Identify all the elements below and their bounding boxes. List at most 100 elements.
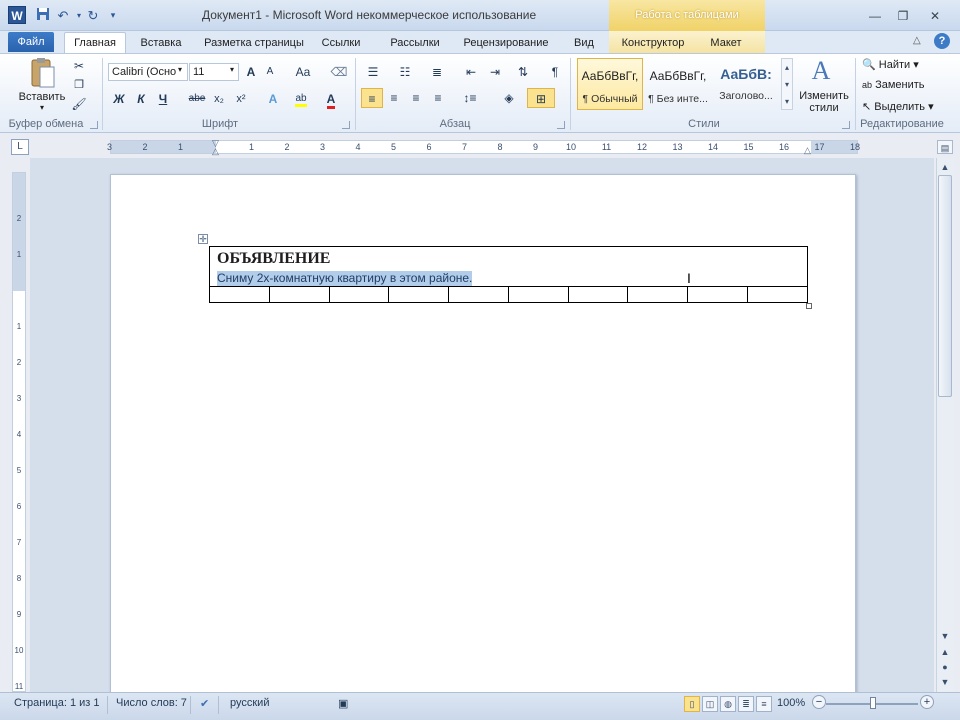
browse-object-icon[interactable]: ●	[937, 660, 953, 674]
table-cell[interactable]	[388, 286, 450, 303]
web-layout-icon[interactable]: ◍	[720, 696, 736, 712]
sort-icon[interactable]: ⇅	[514, 62, 532, 82]
font-dialog-launcher[interactable]	[342, 121, 350, 129]
previous-page-icon[interactable]: ▲	[937, 645, 953, 659]
style-card-heading[interactable]: АаБбВ: Заголово...	[713, 58, 779, 110]
tab-home[interactable]: Главная	[64, 32, 126, 53]
page-count-status[interactable]: Страница: 1 из 1	[14, 697, 100, 709]
table-cell[interactable]	[507, 286, 569, 303]
table-cell[interactable]	[268, 286, 330, 303]
style-card-no-spacing[interactable]: АаБбВвГг, ¶ Без инте...	[645, 58, 711, 110]
table-cell[interactable]	[627, 286, 689, 303]
align-center-icon[interactable]: ≡	[385, 88, 403, 108]
styles-dialog-launcher[interactable]	[842, 121, 850, 129]
zoom-in-button[interactable]: +	[920, 695, 934, 709]
document-heading[interactable]: ОБЪЯВЛЕНИЕ	[210, 248, 807, 268]
horizontal-ruler[interactable]: 3 2 1 1 2 3 4 5 6 7 8 9 10 11 12 13 14 15 16 17 18 ▽ △ △	[107, 139, 860, 156]
table-cell[interactable]	[209, 286, 270, 303]
language-status[interactable]: русский	[230, 697, 269, 709]
cut-icon[interactable]: ✂	[70, 56, 88, 76]
select-button[interactable]: ↖ Выделить ▾	[862, 100, 934, 113]
save-icon[interactable]	[34, 7, 52, 24]
change-styles-icon[interactable]: A	[806, 56, 836, 88]
scrollbar-thumb[interactable]	[938, 175, 952, 397]
font-size-dropdown-icon[interactable]: ▾	[230, 65, 234, 74]
table-cell[interactable]	[448, 286, 509, 303]
change-styles-button[interactable]: Изменить стили	[796, 90, 852, 114]
table-cell[interactable]	[567, 286, 629, 303]
decrease-indent-icon[interactable]: ⇤	[462, 62, 480, 82]
minimize-button[interactable]: —	[862, 6, 888, 26]
styles-gallery-scroll[interactable]: ▴ ▾ ▾	[781, 58, 793, 110]
format-painter-icon[interactable]: 🖌	[70, 94, 88, 114]
tab-table-layout[interactable]: Макет	[702, 33, 750, 53]
italic-button[interactable]: К	[132, 89, 150, 109]
help-icon[interactable]: ?	[934, 33, 950, 49]
zoom-out-button[interactable]: −	[812, 695, 826, 709]
font-name-combo[interactable]: Calibri (Осно	[108, 63, 188, 81]
grow-font-button[interactable]: A	[243, 62, 259, 82]
word-app-icon[interactable]: W	[8, 6, 26, 24]
shrink-font-button[interactable]: A	[262, 62, 278, 82]
tab-review[interactable]: Рецензирование	[458, 33, 554, 53]
multilevel-list-icon[interactable]: ≣	[426, 62, 448, 82]
increase-indent-icon[interactable]: ⇥	[486, 62, 504, 82]
right-indent-marker-icon[interactable]: △	[804, 145, 811, 156]
view-ruler-toggle-icon[interactable]: ▤	[937, 140, 953, 154]
copy-icon[interactable]: ❐	[70, 75, 88, 95]
scroll-down-icon[interactable]: ▼	[937, 629, 953, 643]
underline-button[interactable]: Ч	[154, 89, 172, 109]
line-spacing-icon[interactable]: ↕≡	[457, 88, 483, 108]
tab-table-design[interactable]: Конструктор	[614, 33, 692, 53]
show-marks-button[interactable]: ¶	[546, 62, 564, 82]
minimize-ribbon-icon[interactable]: △	[913, 35, 921, 46]
scroll-up-icon[interactable]: ▲	[937, 160, 953, 174]
table-merged-cell[interactable]: ОБЪЯВЛЕНИЕ Сниму 2х-комнатную квартиру в…	[209, 246, 808, 287]
paste-button[interactable]: Вставить	[18, 91, 66, 103]
shading-icon[interactable]: ◈	[496, 88, 522, 108]
change-case-button[interactable]: Aa	[292, 62, 314, 82]
tab-references[interactable]: Ссылки	[312, 33, 370, 53]
close-button[interactable]: ✕	[922, 6, 948, 26]
tab-insert[interactable]: Вставка	[134, 33, 188, 53]
bullets-icon[interactable]: ☰	[362, 62, 384, 82]
tab-file[interactable]: Файл	[8, 32, 54, 52]
tab-mailings[interactable]: Рассылки	[384, 33, 446, 53]
table-cell[interactable]	[746, 286, 809, 303]
font-color-button[interactable]: A	[322, 89, 340, 109]
customize-qat-icon[interactable]: ▾	[104, 7, 122, 24]
subscript-button[interactable]: x₂	[210, 89, 228, 109]
align-left-icon[interactable]: ≡	[361, 88, 383, 108]
table-cell[interactable]	[687, 286, 748, 303]
table-cell[interactable]	[328, 286, 390, 303]
paste-dropdown-icon[interactable]: ▾	[40, 103, 44, 112]
table-row[interactable]	[209, 286, 809, 303]
strikethrough-button[interactable]: abe	[186, 89, 208, 109]
next-page-icon[interactable]: ▼	[937, 675, 953, 689]
text-effects-icon[interactable]: A	[262, 89, 284, 109]
document-table[interactable]: ОБЪЯВЛЕНИЕ Сниму 2х-комнатную квартиру в…	[209, 246, 809, 303]
macro-record-icon[interactable]: ▣	[338, 697, 348, 710]
borders-icon[interactable]: ⊞	[527, 88, 555, 108]
numbering-icon[interactable]: ☷	[394, 62, 416, 82]
draft-view-icon[interactable]: ≡	[756, 696, 772, 712]
paragraph-dialog-launcher[interactable]	[557, 121, 565, 129]
bold-button[interactable]: Ж	[110, 89, 128, 109]
clear-formatting-icon[interactable]: ⌫	[330, 62, 348, 82]
justify-icon[interactable]: ≡	[429, 88, 447, 108]
style-card-normal[interactable]: АаБбВвГг, ¶ Обычный	[577, 58, 643, 110]
font-name-dropdown-icon[interactable]: ▾	[178, 65, 182, 74]
highlight-color-icon[interactable]: ab	[290, 89, 312, 109]
selected-text-line[interactable]: Сниму 2х-комнатную квартиру в этом район…	[217, 270, 473, 286]
replace-button[interactable]: ab Заменить	[862, 79, 925, 91]
paste-icon[interactable]	[22, 57, 62, 91]
print-layout-view-icon[interactable]: ▯	[684, 696, 700, 712]
tab-selector[interactable]: L	[11, 139, 29, 155]
indent-marker-icon[interactable]: ▽ △	[211, 139, 220, 156]
restore-button[interactable]: ❐	[890, 6, 916, 26]
tab-view[interactable]: Вид	[566, 33, 602, 53]
zoom-slider-thumb[interactable]	[870, 697, 876, 709]
vertical-ruler[interactable]: 21123456789101112	[12, 172, 26, 720]
proofing-icon[interactable]: ✔	[200, 697, 209, 710]
word-count-status[interactable]: Число слов: 7	[116, 697, 187, 709]
